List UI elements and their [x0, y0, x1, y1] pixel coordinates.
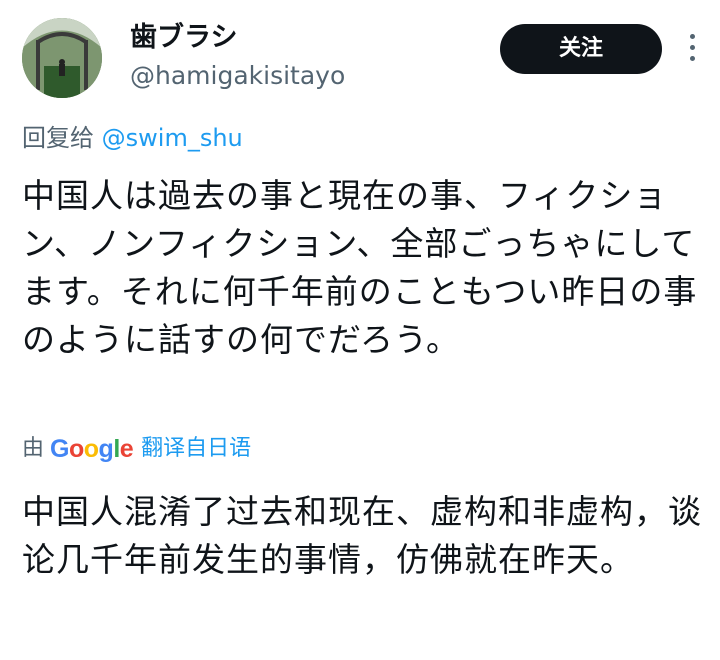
author-display-name[interactable]: 歯ブラシ: [130, 20, 237, 56]
reply-mention-link[interactable]: @swim_shu: [102, 124, 243, 152]
reply-prefix: 回复给: [22, 124, 94, 152]
author-handle[interactable]: @hamigakisitayo: [130, 60, 345, 92]
translation-by-label: 由: [22, 436, 45, 461]
follow-button[interactable]: 关注: [500, 24, 662, 74]
translated-text: 中国人混淆了过去和现在、虚构和非虚构，谈论几千年前发生的事情，仿佛就在昨天。: [22, 492, 702, 579]
translate-link[interactable]: 翻译自日语: [141, 432, 251, 466]
tweet-text: 中国人は過去の事と現在の事、フィクション、ノンフィクション、全部ごっちゃにしてま…: [22, 176, 698, 359]
reply-to-line: 回复给 @swim_shu: [22, 120, 243, 156]
more-vertical-icon[interactable]: [688, 34, 696, 64]
translation-attribution: 由 Google 翻译自日语: [22, 432, 251, 466]
avatar[interactable]: [22, 18, 102, 98]
avatar-image: [22, 18, 102, 98]
google-logo: Google: [50, 435, 134, 463]
